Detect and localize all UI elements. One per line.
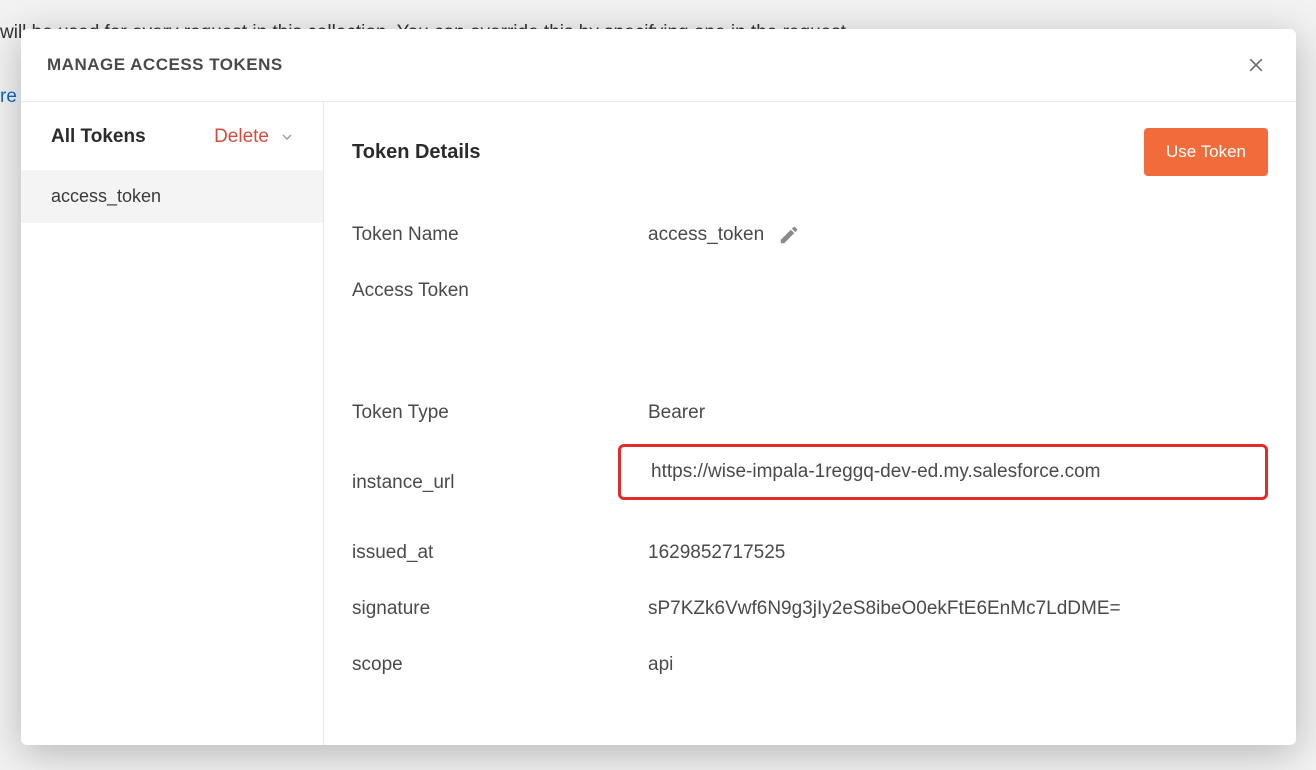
- all-tokens-heading: All Tokens: [51, 126, 146, 148]
- modal-header: MANAGE ACCESS TOKENS: [21, 29, 1296, 102]
- modal-body: All Tokens Delete access_token Token Det…: [21, 102, 1296, 745]
- detail-row-instance-url: instance_url https://wise-impala-1reggq-…: [352, 458, 1268, 520]
- sidebar-header: All Tokens Delete: [21, 102, 323, 170]
- close-button[interactable]: [1242, 51, 1270, 79]
- instance-url-highlight: https://wise-impala-1reggq-dev-ed.my.sal…: [618, 444, 1268, 500]
- details-title: Token Details: [352, 141, 481, 164]
- detail-row-token-type: Token Type Bearer: [352, 402, 1268, 424]
- instance-url-value: https://wise-impala-1reggq-dev-ed.my.sal…: [651, 461, 1101, 482]
- token-type-label: Token Type: [352, 402, 648, 424]
- modal-title: MANAGE ACCESS TOKENS: [47, 55, 283, 75]
- chevron-down-icon: [279, 129, 295, 145]
- instance-url-label: instance_url: [352, 458, 648, 494]
- details-header: Token Details Use Token: [352, 128, 1268, 176]
- signature-label: signature: [352, 598, 648, 620]
- detail-row-scope: scope api: [352, 654, 1268, 676]
- detail-row-issued-at: issued_at 1629852717525: [352, 542, 1268, 564]
- access-token-label: Access Token: [352, 280, 648, 302]
- signature-value: sP7KZk6Vwf6N9g3jIy2eS8ibeO0ekFtE6EnMc7Ld…: [648, 598, 1268, 620]
- detail-row-signature: signature sP7KZk6Vwf6N9g3jIy2eS8ibeO0ekF…: [352, 598, 1268, 620]
- scope-value: api: [648, 654, 1268, 676]
- issued-at-label: issued_at: [352, 542, 648, 564]
- token-name-value: access_token: [648, 224, 764, 246]
- use-token-button[interactable]: Use Token: [1144, 128, 1268, 176]
- token-type-value: Bearer: [648, 402, 1268, 424]
- close-icon: [1246, 55, 1266, 75]
- token-sidebar: All Tokens Delete access_token: [21, 102, 324, 745]
- scope-label: scope: [352, 654, 648, 676]
- delete-dropdown[interactable]: Delete: [214, 126, 295, 148]
- issued-at-value: 1629852717525: [648, 542, 1268, 564]
- token-details-panel: Token Details Use Token Token Name acces…: [324, 102, 1296, 745]
- token-name-label: Token Name: [352, 224, 648, 246]
- manage-tokens-modal: MANAGE ACCESS TOKENS All Tokens Delete a…: [21, 29, 1296, 745]
- edit-icon[interactable]: [778, 224, 800, 246]
- detail-row-token-name: Token Name access_token: [352, 224, 1268, 246]
- detail-row-access-token: Access Token: [352, 280, 1268, 302]
- token-list-item[interactable]: access_token: [21, 170, 323, 223]
- delete-label: Delete: [214, 126, 269, 148]
- background-link-fragment[interactable]: re: [0, 86, 17, 108]
- token-list: access_token: [21, 170, 323, 745]
